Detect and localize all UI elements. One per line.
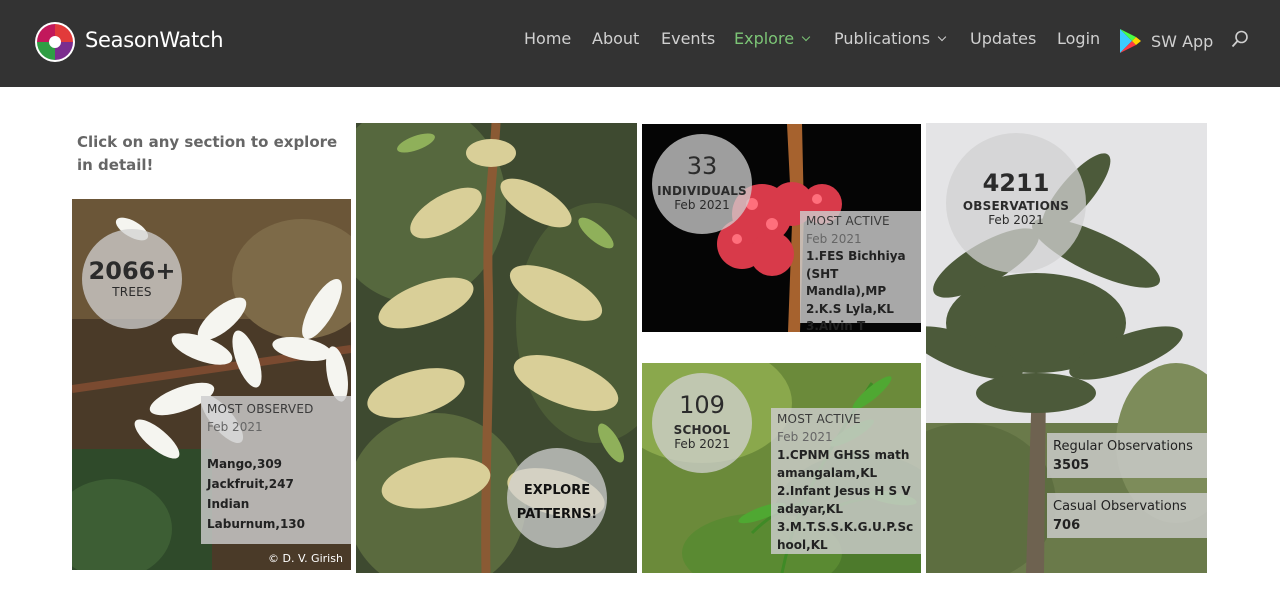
most-active-title: MOST ACTIVE <box>777 412 861 426</box>
most-observed-date: Feb 2021 <box>207 420 263 434</box>
most-observed-panel: MOST OBSERVED Feb 2021 Mango,309 Jackfru… <box>201 396 351 544</box>
regular-observations-label: Regular Observations <box>1053 439 1193 454</box>
search-icon[interactable] <box>1231 30 1249 48</box>
school-label: SCHOOL <box>673 423 731 437</box>
regular-observations-panel: Regular Observations 3505 <box>1047 433 1207 478</box>
trees-label: TREES <box>112 285 152 299</box>
nav-publications-label: Publications <box>834 29 931 48</box>
most-active-date: Feb 2021 <box>777 430 833 444</box>
casual-observations-value: 706 <box>1053 518 1081 533</box>
individuals-tile[interactable]: 33 INDIVIDUALS Feb 2021 MOST ACTIVE Feb … <box>642 124 921 332</box>
most-observed-title: MOST OBSERVED <box>207 402 314 416</box>
list-item: 3.Alvin T Biju,KL <box>806 319 866 332</box>
seasonwatch-logo-icon[interactable] <box>34 21 76 63</box>
individuals-count-badge: 33 INDIVIDUALS Feb 2021 <box>652 134 752 234</box>
observations-label: OBSERVATIONS <box>962 199 1070 213</box>
individuals-label: INDIVIDUALS <box>657 184 747 198</box>
school-count-badge: 109 SCHOOL Feb 2021 <box>652 373 752 473</box>
observations-count-badge: 4211 OBSERVATIONS Feb 2021 <box>946 133 1086 273</box>
individuals-date: Feb 2021 <box>674 198 730 212</box>
nav-events[interactable]: Events <box>661 29 715 48</box>
list-item: Indian Laburnum,130 <box>207 497 305 531</box>
list-item: Jackfruit,247 <box>207 477 294 491</box>
list-item: 2.Infant Jesus H S Vadayar,KL <box>777 484 911 516</box>
casual-observations-panel: Casual Observations 706 <box>1047 493 1207 538</box>
site-header: SeasonWatch Home About Events Explore Pu… <box>0 0 1280 87</box>
trees-count: 2066+ <box>88 257 176 285</box>
most-active-date: Feb 2021 <box>806 231 862 246</box>
list-item: 1.CPNM GHSS mathamangalam,KL <box>777 448 910 480</box>
nav-explore[interactable]: Explore <box>734 29 811 48</box>
regular-observations-value: 3505 <box>1053 458 1090 473</box>
casual-observations-label: Casual Observations <box>1053 499 1187 514</box>
explore-line2: PATTERNS! <box>516 507 598 522</box>
nav-explore-label: Explore <box>734 29 795 48</box>
chevron-down-icon <box>801 32 811 42</box>
individuals-most-active-panel: MOST ACTIVE Feb 2021 1.FES Bichhiya (SHT… <box>800 211 921 332</box>
intro-text: Click on any section to explore in detai… <box>77 133 338 174</box>
trees-count-badge: 2066+ TREES <box>82 229 182 329</box>
school-count: 109 <box>679 391 725 419</box>
list-item: 2.K.S Lyla,KL <box>806 301 894 316</box>
school-date: Feb 2021 <box>674 437 730 451</box>
individuals-count: 33 <box>686 152 718 180</box>
nav-sw-app[interactable]: SW App <box>1151 32 1213 51</box>
chevron-down-icon <box>937 32 947 42</box>
list-item: Mango,309 <box>207 457 283 471</box>
school-tile[interactable]: 109 SCHOOL Feb 2021 MOST ACTIVE Feb 2021… <box>642 363 921 573</box>
most-active-title: MOST ACTIVE <box>806 214 890 228</box>
observations-tile[interactable]: 4211 OBSERVATIONS Feb 2021 Regular Obser… <box>926 123 1207 573</box>
nav-publications[interactable]: Publications <box>834 29 947 48</box>
photo-credit: © D. V. Girish <box>268 552 343 565</box>
nav-login[interactable]: Login <box>1057 29 1100 48</box>
brand-name[interactable]: SeasonWatch <box>85 28 224 52</box>
nav-about[interactable]: About <box>592 29 639 48</box>
nav-updates[interactable]: Updates <box>970 29 1036 48</box>
observations-count: 4211 <box>982 169 1050 197</box>
list-item: 3.M.T.S.S.K.G.U.P.School,KL <box>777 520 914 552</box>
explore-line1: EXPLORE <box>523 483 591 498</box>
explore-patterns-button[interactable]: EXPLORE PATTERNS! <box>507 448 607 548</box>
nav-home[interactable]: Home <box>524 29 571 48</box>
school-most-active-panel: MOST ACTIVE Feb 2021 1.CPNM GHSS mathama… <box>771 408 921 554</box>
observations-date: Feb 2021 <box>988 213 1044 227</box>
list-item: 1.FES Bichhiya (SHT Mandla),MP <box>806 249 906 298</box>
trees-tile[interactable]: 2066+ TREES MOST OBSERVED Feb 2021 Mango… <box>72 199 351 570</box>
google-play-icon[interactable] <box>1119 28 1142 54</box>
explore-patterns-tile[interactable]: EXPLORE PATTERNS! <box>356 123 637 573</box>
